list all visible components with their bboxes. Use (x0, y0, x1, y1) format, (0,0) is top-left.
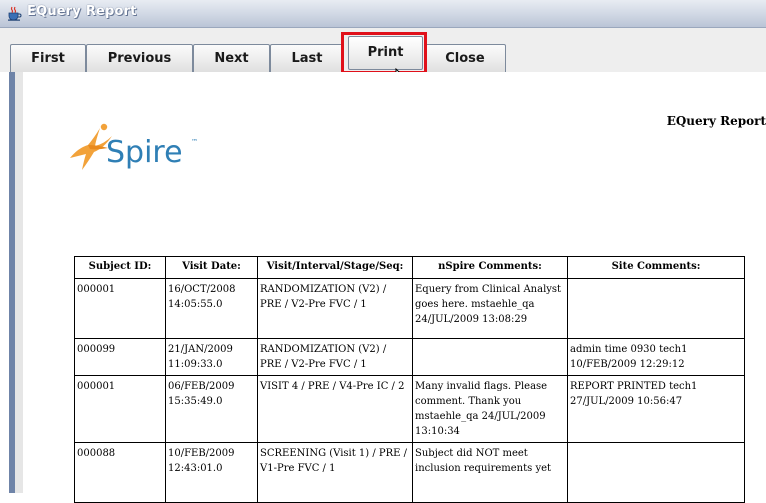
visit-cell-line: VISIT 4 / PRE / V4-Pre IC / 2 (260, 381, 405, 392)
col-site-comments: Site Comments: (567, 256, 745, 279)
visit-cell: VISIT 4 / PRE / V4-Pre IC / 2 (257, 375, 413, 443)
subject-cell: 000001 (74, 375, 166, 443)
nspire-comment-cell-line: Many invalid flags. Please (415, 381, 548, 392)
table-row: 000001 16/OCT/2008 14:05:55.0 RANDOMIZATION… (74, 278, 745, 339)
visit-cell: RANDOMIZATION (V2) / PRE / V2-Pre FVC / 1 (257, 278, 413, 339)
nspire-comment-cell: Equery from Clinical Analyst goes here. m… (412, 278, 568, 339)
nspire-comment-cell (412, 338, 568, 376)
site-comment-cell-line: admin time 0930 tech1 (570, 344, 688, 355)
subject-cell-line: 000001 (77, 284, 116, 295)
visit-date-cell: 16/OCT/2008 14:05:55.0 (165, 278, 258, 339)
visit-date-cell-line: 15:35:49.0 (168, 396, 223, 407)
site-comment-cell: REPORT PRINTED tech1 27/JUL/2009 10:56:47 (567, 375, 745, 443)
visit-date-cell-line: 06/FEB/2009 (168, 381, 235, 392)
java-cup-icon (8, 6, 22, 21)
visit-cell-line: RANDOMIZATION (V2) / (260, 284, 387, 295)
nspire-comment-cell-line: 24/JUL/2009 13:08:29 (415, 314, 528, 325)
visit-date-cell-line: 12:43:01.0 (168, 463, 223, 474)
window-titlebar[interactable]: EQuery Report (0, 0, 766, 28)
visit-cell-line: PRE / V2-Pre FVC / 1 (260, 299, 367, 310)
nspire-comment-cell-line: comment. Thank you (415, 396, 522, 407)
site-comment-cell (567, 278, 745, 339)
visit-date-cell-line: 16/OCT/2008 (168, 284, 236, 295)
visit-date-cell-line: 14:05:55.0 (168, 299, 223, 310)
visit-date-cell: 21/JAN/2009 11:09:33.0 (165, 338, 258, 376)
col-visit-date: Visit Date: (165, 256, 258, 279)
subject-cell: 000099 (74, 338, 166, 376)
visit-cell-line: SCREENING (Visit 1) / PRE / (260, 448, 408, 459)
nspire-comment-cell-line: mstaehle_qa 24/JUL/2009 (415, 411, 546, 422)
table-body: 000001 16/OCT/2008 14:05:55.0 RANDOMIZATION… (74, 278, 745, 503)
window-title: EQuery Report (27, 4, 137, 19)
nspire-comment-cell: Many invalid flags. Please comment. Thank… (412, 375, 568, 443)
visit-date-cell: 10/FEB/2009 12:43:01.0 (165, 442, 258, 503)
subject-cell: 000001 (74, 278, 166, 339)
table-row: 000001 06/FEB/2009 15:35:49.0 VISIT 4 / PRE… (74, 375, 745, 443)
table-row: 000088 10/FEB/2009 12:43:01.0 SCREENING (Vi… (74, 442, 745, 503)
col-subject-id: Subject ID: (74, 256, 166, 279)
nspire-comment-cell-line: Equery from Clinical Analyst (415, 284, 562, 295)
subject-cell-line: 000099 (77, 344, 116, 355)
toolbar-spacer (506, 44, 766, 75)
site-comment-cell-line: REPORT PRINTED tech1 (570, 381, 698, 392)
site-comment-cell-line: 27/JUL/2009 10:56:47 (570, 396, 683, 407)
col-nspire-comments: nSpire Comments: (412, 256, 568, 279)
visit-cell: RANDOMIZATION (V2) / PRE / V2-Pre FVC / 1 (257, 338, 413, 376)
report-title: EQuery Report (666, 114, 766, 128)
print-highlight-box (341, 32, 427, 74)
visit-cell-line: V1-Pre FVC / 1 (260, 463, 336, 474)
logo-wordmark: Spire (106, 135, 183, 170)
visit-cell-line: PRE / V2-Pre FVC / 1 (260, 359, 367, 370)
subject-cell: 000088 (74, 442, 166, 503)
site-comment-cell: admin time 0930 tech1 10/FEB/2009 12:29:1… (567, 338, 745, 376)
nspire-logo: Spire ™ (70, 123, 198, 170)
visit-cell-line: RANDOMIZATION (V2) / (260, 344, 387, 355)
subject-cell-line: 000088 (77, 448, 116, 459)
last-button[interactable]: Last (270, 44, 344, 74)
nspire-comment-cell-line: Subject did NOT meet (415, 448, 528, 459)
previous-button[interactable]: Previous (86, 44, 193, 74)
table-row: 000099 21/JAN/2009 11:09:33.0 RANDOMIZATION… (74, 338, 745, 376)
visit-cell: SCREENING (Visit 1) / PRE / V1-Pre FVC / … (257, 442, 413, 503)
site-comment-cell (567, 442, 745, 503)
next-button[interactable]: Next (193, 44, 270, 74)
visit-date-cell: 06/FEB/2009 15:35:49.0 (165, 375, 258, 443)
close-button[interactable]: Close (424, 44, 506, 74)
subject-cell-line: 000001 (77, 381, 116, 392)
visit-date-cell-line: 10/FEB/2009 (168, 448, 235, 459)
nspire-comment-cell-line: goes here. mstaehle_qa (415, 299, 535, 310)
table-header-row: Subject ID: Visit Date: Visit/Interval/S… (74, 256, 745, 279)
first-button[interactable]: First (10, 44, 86, 74)
visit-date-cell-line: 11:09:33.0 (168, 359, 223, 370)
equery-table: Subject ID: Visit Date: Visit/Interval/S… (74, 256, 745, 503)
nspire-comment-cell: Subject did NOT meet inclusion requiremen… (412, 442, 568, 503)
viewer-margin (15, 72, 23, 493)
visit-date-cell-line: 21/JAN/2009 (168, 344, 233, 355)
nspire-comment-cell-line: inclusion requirements yet (415, 463, 552, 474)
logo-trademark: ™ (191, 138, 198, 146)
nspire-comment-cell-line: 13:10:34 (415, 426, 460, 437)
site-comment-cell-line: 10/FEB/2009 12:29:12 (570, 359, 685, 370)
col-visit-interval: Visit/Interval/Stage/Seq: (257, 256, 413, 279)
